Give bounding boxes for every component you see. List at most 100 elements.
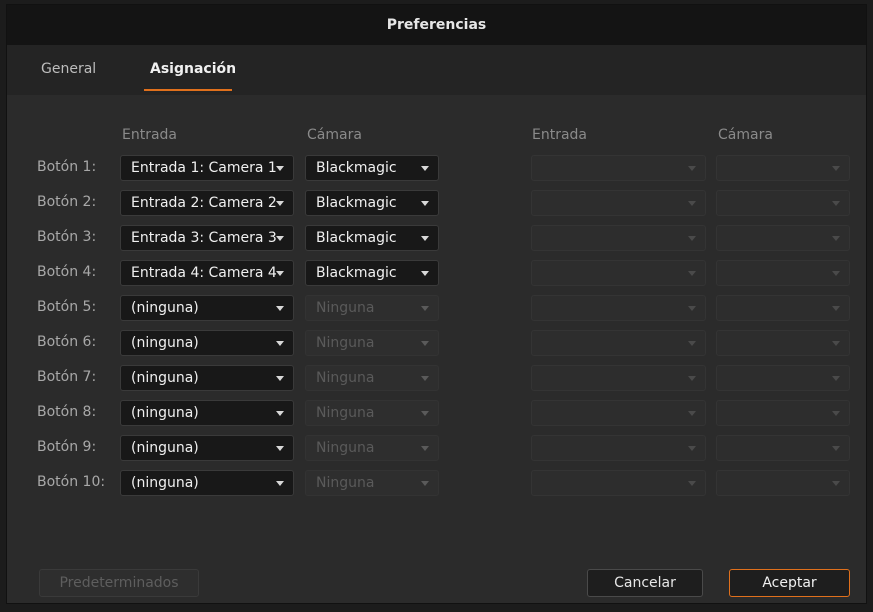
chevron-down-icon (688, 201, 696, 206)
chevron-down-icon (832, 201, 840, 206)
button-3-camera-dropdown[interactable]: Blackmagic (305, 225, 439, 251)
chevron-down-icon (421, 376, 429, 381)
chevron-down-icon (276, 236, 284, 241)
button-15-camera-dropdown (716, 295, 850, 321)
chevron-down-icon (276, 341, 284, 346)
tab-bar: General Asignación (7, 45, 866, 95)
button-8-input-dropdown[interactable]: (ninguna) (120, 400, 294, 426)
button-16-camera-dropdown (716, 330, 850, 356)
camera-dropdown-value: Ninguna (316, 370, 375, 386)
chevron-down-icon (276, 481, 284, 486)
button-19-camera-dropdown (716, 435, 850, 461)
input-dropdown-value: (ninguna) (131, 475, 199, 491)
button-10-label: Botón 10: (37, 474, 106, 490)
defaults-button[interactable]: Predeterminados (39, 569, 199, 597)
chevron-down-icon (421, 166, 429, 171)
right-camera-column-header: Cámara (718, 127, 773, 143)
input-dropdown-value: (ninguna) (131, 370, 199, 386)
button-4-camera-dropdown[interactable]: Blackmagic (305, 260, 439, 286)
chevron-down-icon (832, 271, 840, 276)
chevron-down-icon (421, 306, 429, 311)
button-6-camera-dropdown: Ninguna (305, 330, 439, 356)
chevron-down-icon (688, 271, 696, 276)
chevron-down-icon (832, 376, 840, 381)
button-2-input-dropdown[interactable]: Entrada 2: Camera 2 (120, 190, 294, 216)
button-3-input-dropdown[interactable]: Entrada 3: Camera 3 (120, 225, 294, 251)
button-7-label: Botón 7: (37, 369, 97, 385)
chevron-down-icon (421, 341, 429, 346)
button-9-label: Botón 9: (37, 439, 97, 455)
chevron-down-icon (832, 481, 840, 486)
camera-dropdown-value: Ninguna (316, 335, 375, 351)
chevron-down-icon (832, 306, 840, 311)
button-13-camera-dropdown (716, 225, 850, 251)
chevron-down-icon (276, 411, 284, 416)
button-10-input-dropdown[interactable]: (ninguna) (120, 470, 294, 496)
button-1-camera-dropdown[interactable]: Blackmagic (305, 155, 439, 181)
button-18-camera-dropdown (716, 400, 850, 426)
button-19-input-dropdown (531, 435, 706, 461)
camera-dropdown-value: Blackmagic (316, 195, 397, 211)
chevron-down-icon (688, 236, 696, 241)
button-11-camera-dropdown (716, 155, 850, 181)
input-dropdown-value: Entrada 3: Camera 3 (131, 230, 277, 246)
button-9-camera-dropdown: Ninguna (305, 435, 439, 461)
chevron-down-icon (688, 166, 696, 171)
button-2-camera-dropdown[interactable]: Blackmagic (305, 190, 439, 216)
chevron-down-icon (832, 236, 840, 241)
button-3-label: Botón 3: (37, 229, 97, 245)
button-20-input-dropdown (531, 470, 706, 496)
chevron-down-icon (832, 446, 840, 451)
left-input-column-header: Entrada (122, 127, 178, 143)
button-20-camera-dropdown (716, 470, 850, 496)
button-5-input-dropdown[interactable]: (ninguna) (120, 295, 294, 321)
button-7-input-dropdown[interactable]: (ninguna) (120, 365, 294, 391)
chevron-down-icon (421, 236, 429, 241)
camera-dropdown-value: Ninguna (316, 405, 375, 421)
input-dropdown-value: (ninguna) (131, 300, 199, 316)
input-dropdown-value: (ninguna) (131, 440, 199, 456)
chevron-down-icon (421, 201, 429, 206)
button-7-camera-dropdown: Ninguna (305, 365, 439, 391)
camera-dropdown-value: Ninguna (316, 475, 375, 491)
cancel-button[interactable]: Cancelar (587, 569, 703, 597)
chevron-down-icon (832, 166, 840, 171)
camera-dropdown-value: Blackmagic (316, 230, 397, 246)
camera-dropdown-value: Blackmagic (316, 160, 397, 176)
chevron-down-icon (421, 411, 429, 416)
chevron-down-icon (688, 306, 696, 311)
button-9-input-dropdown[interactable]: (ninguna) (120, 435, 294, 461)
chevron-down-icon (688, 446, 696, 451)
window-title: Preferencias (386, 17, 487, 33)
chevron-down-icon (421, 481, 429, 486)
accept-button[interactable]: Aceptar (729, 569, 850, 597)
button-17-input-dropdown (531, 365, 706, 391)
left-camera-column-header: Cámara (307, 127, 362, 143)
button-1-input-dropdown[interactable]: Entrada 1: Camera 1 (120, 155, 294, 181)
button-2-label: Botón 2: (37, 194, 97, 210)
button-6-input-dropdown[interactable]: (ninguna) (120, 330, 294, 356)
button-4-label: Botón 4: (37, 264, 97, 280)
button-4-input-dropdown[interactable]: Entrada 4: Camera 4 (120, 260, 294, 286)
tab-general[interactable]: General (41, 61, 96, 77)
button-14-input-dropdown (531, 260, 706, 286)
button-8-label: Botón 8: (37, 404, 97, 420)
assignment-panel: Entrada Cámara Entrada Cámara Botón 1: En… (7, 95, 866, 605)
window-titlebar: Preferencias (7, 5, 866, 45)
tab-assignment[interactable]: Asignación (150, 61, 236, 77)
chevron-down-icon (276, 446, 284, 451)
chevron-down-icon (688, 481, 696, 486)
chevron-down-icon (832, 411, 840, 416)
button-15-input-dropdown (531, 295, 706, 321)
button-18-input-dropdown (531, 400, 706, 426)
button-5-label: Botón 5: (37, 299, 97, 315)
chevron-down-icon (688, 411, 696, 416)
input-dropdown-value: (ninguna) (131, 405, 199, 421)
button-8-camera-dropdown: Ninguna (305, 400, 439, 426)
button-12-input-dropdown (531, 190, 706, 216)
camera-dropdown-value: Blackmagic (316, 265, 397, 281)
chevron-down-icon (832, 341, 840, 346)
preferences-window: Preferencias General Asignación Entrada … (6, 4, 867, 604)
button-5-camera-dropdown: Ninguna (305, 295, 439, 321)
active-tab-indicator (144, 89, 232, 91)
